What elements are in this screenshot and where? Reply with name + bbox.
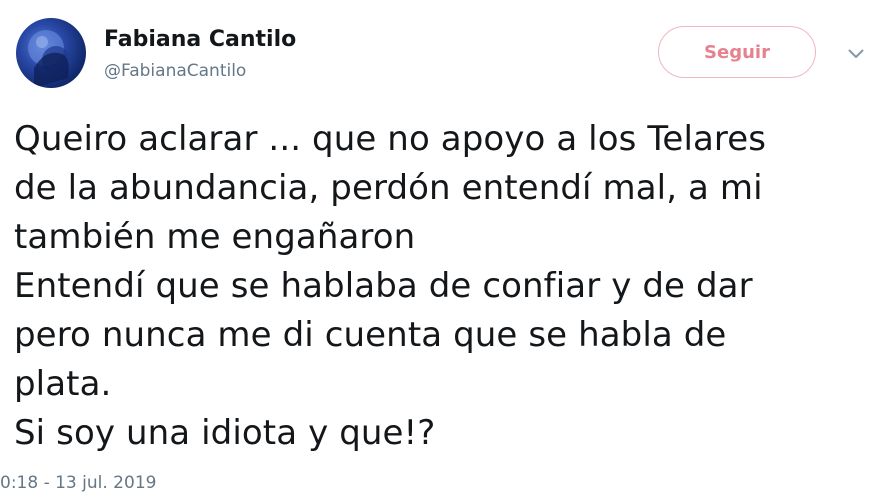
author-avatar[interactable]: [16, 18, 86, 88]
tweet-text-line: Queiro aclarar ... que no apoyo a los Te…: [14, 119, 767, 159]
chevron-down-icon: [848, 49, 864, 58]
more-options-button[interactable]: [842, 40, 870, 68]
tweet-text-line: plata.: [14, 364, 112, 404]
tweet-text-line: Si soy una idiota y que!?: [14, 413, 436, 453]
follow-button[interactable]: Seguir: [658, 26, 816, 78]
tweet-timestamp[interactable]: 0:18 - 13 jul. 2019: [0, 472, 156, 494]
avatar-image: [28, 30, 70, 88]
tweet-text: Queiro aclarar ... que no apoyo a los Te…: [14, 115, 874, 458]
author-name[interactable]: Fabiana Cantilo: [104, 26, 296, 54]
tweet-text-line: pero nunca me di cuenta que se habla de: [14, 315, 727, 355]
author-handle[interactable]: @FabianaCantilo: [104, 60, 246, 82]
tweet-text-line: también me engañaron: [14, 217, 416, 257]
tweet-text-line: Entendí que se hablaba de confiar y de d…: [14, 266, 753, 306]
tweet-card: Fabiana Cantilo @FabianaCantilo Seguir Q…: [0, 0, 887, 498]
tweet-text-line: de la abundancia, perdón entendí mal, a …: [14, 168, 763, 208]
